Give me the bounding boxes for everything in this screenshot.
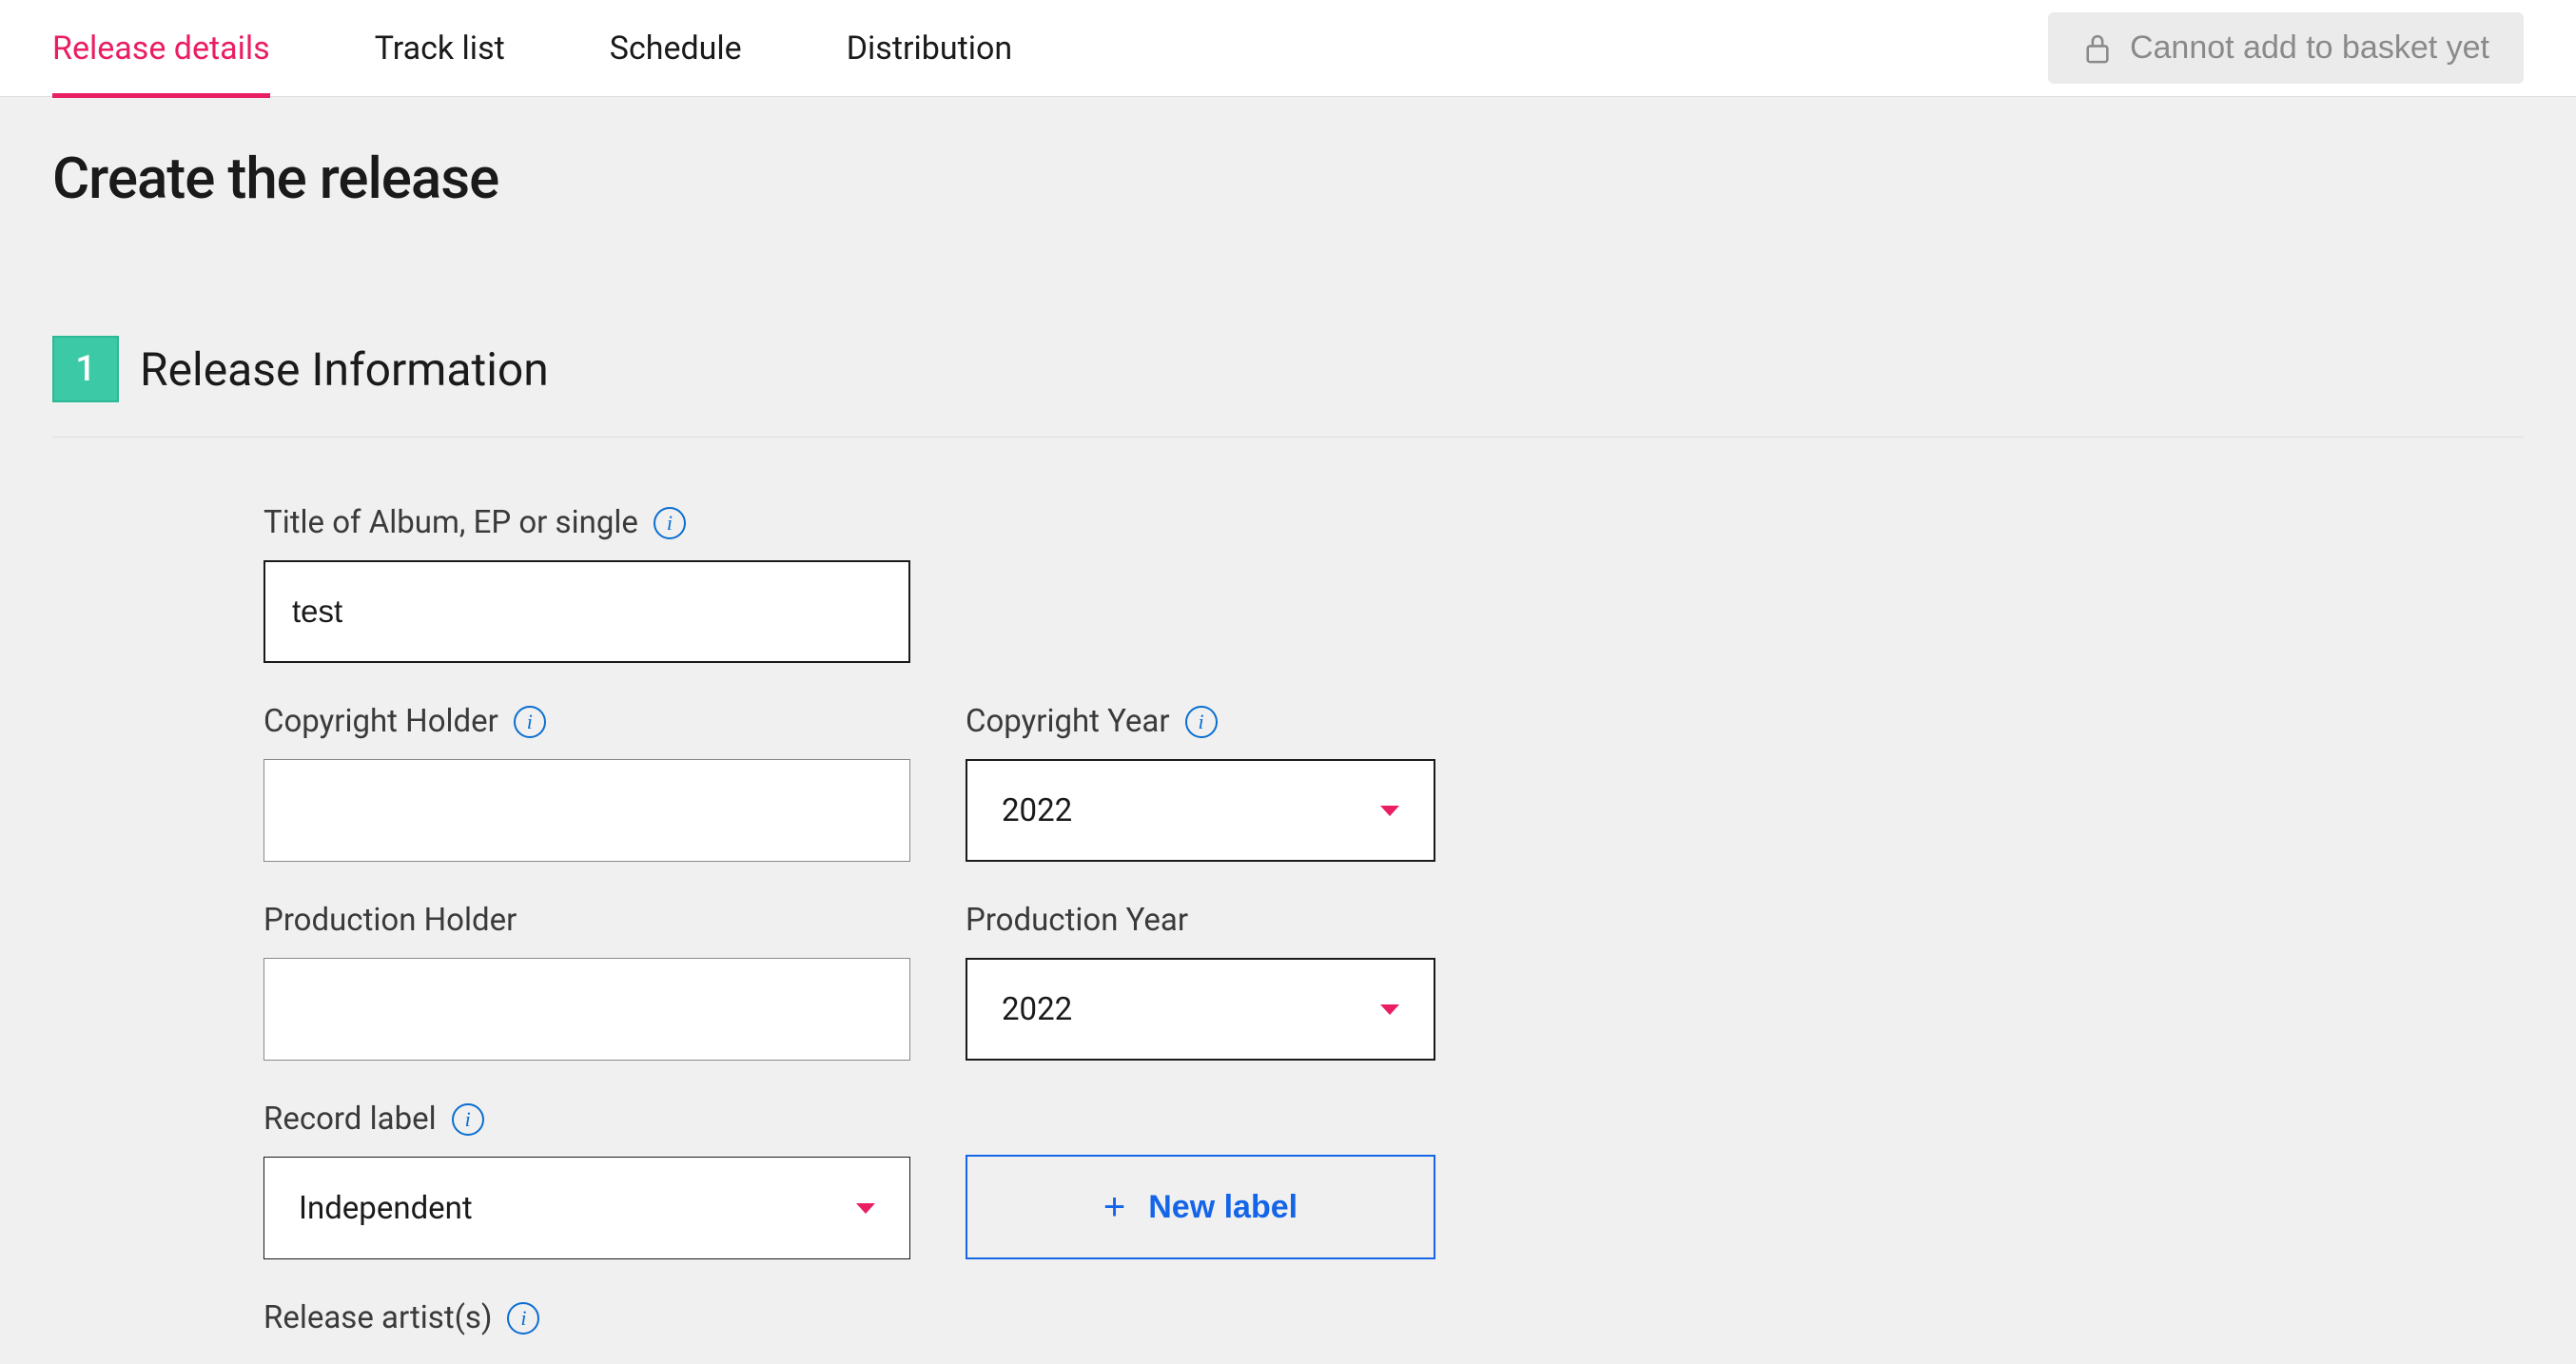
field-record-label: Record label i Independent — [263, 1101, 910, 1259]
chevron-down-icon — [1380, 806, 1399, 816]
page-title: Create the release — [52, 145, 2524, 212]
copyright-year-label: Copyright Year — [966, 703, 1170, 740]
section-title: Release Information — [140, 342, 549, 397]
tab-schedule[interactable]: Schedule — [610, 1, 742, 96]
basket-button-label: Cannot add to basket yet — [2130, 29, 2489, 67]
chevron-down-icon — [856, 1203, 875, 1214]
field-release-artists: Release artist(s) i — [263, 1299, 910, 1355]
production-holder-label: Production Holder — [263, 902, 517, 939]
copyright-holder-label: Copyright Holder — [263, 703, 498, 740]
record-label-value: Independent — [299, 1190, 473, 1227]
tab-release-details[interactable]: Release details — [52, 1, 270, 96]
field-production-holder: Production Holder — [263, 902, 910, 1061]
tab-track-list[interactable]: Track list — [375, 1, 505, 96]
tab-bar: Release details Track list Schedule Dist… — [0, 0, 2576, 97]
tab-distribution[interactable]: Distribution — [847, 1, 1012, 96]
copyright-holder-input[interactable] — [263, 759, 910, 862]
info-icon[interactable]: i — [1185, 706, 1218, 738]
info-icon[interactable]: i — [514, 706, 546, 738]
record-label-select[interactable]: Independent — [263, 1157, 910, 1259]
title-input[interactable] — [263, 560, 910, 663]
production-year-value: 2022 — [1002, 991, 1072, 1028]
production-year-select[interactable]: 2022 — [966, 958, 1435, 1061]
production-year-label: Production Year — [966, 902, 1188, 939]
info-icon[interactable]: i — [654, 507, 686, 539]
content: Create the release 1 Release Information… — [0, 97, 2576, 1355]
field-copyright-year: Copyright Year i 2022 — [966, 703, 1435, 862]
title-label: Title of Album, EP or single — [263, 504, 638, 541]
new-label-button[interactable]: + New label — [966, 1155, 1435, 1259]
new-label-button-label: New label — [1148, 1189, 1298, 1226]
chevron-down-icon — [1380, 1004, 1399, 1015]
lock-icon — [2082, 31, 2113, 66]
section-header: 1 Release Information — [52, 336, 2524, 438]
field-copyright-holder: Copyright Holder i — [263, 703, 910, 862]
copyright-year-value: 2022 — [1002, 792, 1072, 829]
info-icon[interactable]: i — [507, 1302, 539, 1335]
add-to-basket-button: Cannot add to basket yet — [2048, 12, 2524, 84]
field-production-year: Production Year 2022 — [966, 902, 1435, 1061]
info-icon[interactable]: i — [452, 1103, 484, 1136]
field-title: Title of Album, EP or single i — [263, 504, 910, 663]
production-holder-input[interactable] — [263, 958, 910, 1061]
copyright-year-select[interactable]: 2022 — [966, 759, 1435, 862]
tabs: Release details Track list Schedule Dist… — [52, 1, 1012, 96]
record-label-label: Record label — [263, 1101, 437, 1138]
release-form: Title of Album, EP or single i Copyright… — [52, 504, 2524, 1355]
release-artists-label: Release artist(s) — [263, 1299, 492, 1336]
step-badge: 1 — [52, 336, 119, 402]
plus-icon: + — [1103, 1188, 1125, 1226]
